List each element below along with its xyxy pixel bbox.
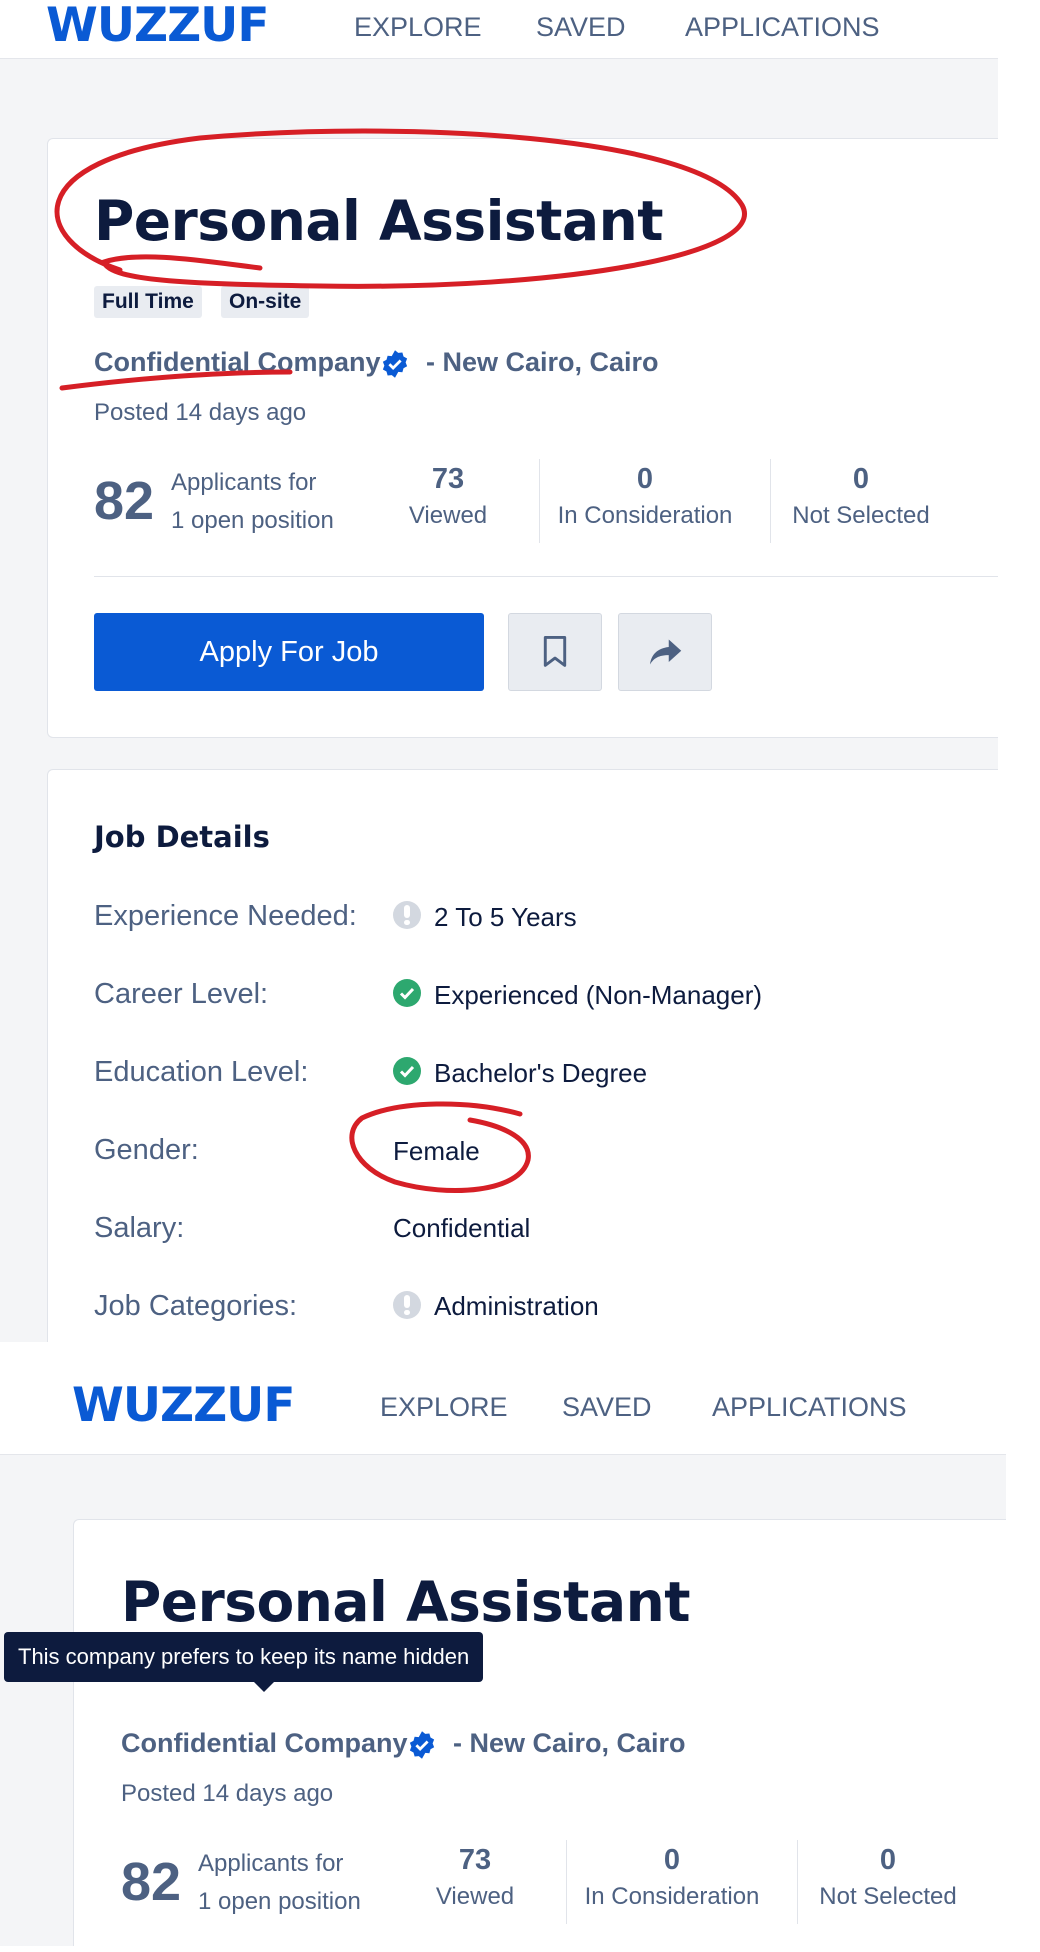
top-navbar: WUZZUF EXPLORE SAVED APPLICATIONS bbox=[0, 0, 998, 59]
check-icon bbox=[393, 979, 421, 1007]
stat-viewed: 73 Viewed bbox=[415, 1844, 535, 1911]
verified-badge-icon bbox=[409, 1731, 435, 1759]
applicants-line-2: 1 open position bbox=[198, 1888, 361, 1915]
tooltip-arrow bbox=[254, 1682, 274, 1692]
nav-explore[interactable]: EXPLORE bbox=[354, 12, 482, 43]
screenshot-top: WUZZUF EXPLORE SAVED APPLICATIONS Person… bbox=[0, 0, 998, 1342]
company-name-link[interactable]: Confidential Company bbox=[121, 1728, 408, 1759]
save-job-button[interactable] bbox=[508, 613, 602, 691]
nav-explore[interactable]: EXPLORE bbox=[380, 1392, 508, 1423]
screenshot-bottom: WUZZUF EXPLORE SAVED APPLICATIONS Person… bbox=[0, 1342, 1006, 1946]
stat-in-consideration-value: 0 bbox=[663, 1844, 681, 1876]
exclamation-icon bbox=[393, 1291, 421, 1319]
applicants-caption: Applicants for 1 open position bbox=[171, 464, 334, 540]
job-header-card: Personal Assistant Full Time On-site Con… bbox=[47, 138, 998, 738]
stat-not-selected-value: 0 bbox=[879, 1844, 897, 1876]
top-navbar: WUZZUF EXPLORE SAVED APPLICATIONS bbox=[0, 1342, 1006, 1455]
stat-divider bbox=[797, 1840, 798, 1924]
education-level-label: Education Level: bbox=[94, 1056, 309, 1088]
posted-date: Posted 14 days ago bbox=[94, 399, 307, 426]
job-details-card: Job Details Experience Needed: 2 To 5 Ye… bbox=[47, 769, 998, 1342]
applicants-caption: Applicants for 1 open position bbox=[198, 1845, 361, 1921]
salary-value: Confidential bbox=[393, 1213, 531, 1243]
applicants-line-1: Applicants for bbox=[171, 469, 317, 496]
stat-not-selected-value: 0 bbox=[852, 463, 870, 495]
section-divider bbox=[94, 576, 998, 577]
applicants-count: 82 bbox=[94, 471, 155, 531]
stat-not-selected: 0 Not Selected bbox=[781, 463, 941, 530]
stat-in-consideration-label: In Consideration bbox=[557, 502, 733, 529]
company-name-link[interactable]: Confidential Company bbox=[94, 347, 381, 378]
gender-value: Female bbox=[393, 1136, 480, 1166]
stat-not-selected: 0 Not Selected bbox=[808, 1844, 968, 1911]
wuzzuf-logo[interactable]: WUZZUF bbox=[46, 0, 269, 53]
gender-label: Gender: bbox=[94, 1134, 199, 1166]
applicants-count: 82 bbox=[121, 1852, 182, 1912]
nav-saved[interactable]: SAVED bbox=[562, 1392, 652, 1423]
stat-divider bbox=[566, 1840, 567, 1924]
nav-applications[interactable]: APPLICATIONS bbox=[685, 12, 880, 43]
career-level-value: Experienced (Non-Manager) bbox=[434, 980, 763, 1010]
experience-label: Experience Needed: bbox=[94, 900, 357, 932]
experience-value: 2 To 5 Years bbox=[434, 902, 577, 932]
posted-date: Posted 14 days ago bbox=[121, 1780, 334, 1807]
stat-in-consideration-value: 0 bbox=[636, 463, 654, 495]
wuzzuf-logo[interactable]: WUZZUF bbox=[72, 1378, 295, 1433]
tooltip-text: This company prefers to keep its name hi… bbox=[18, 1644, 470, 1669]
stat-viewed: 73 Viewed bbox=[388, 463, 508, 530]
stat-in-consideration: 0 In Consideration bbox=[551, 463, 739, 530]
salary-label: Salary: bbox=[94, 1212, 185, 1244]
job-location: - New Cairo, Cairo bbox=[426, 347, 659, 377]
tag-full-time[interactable]: Full Time bbox=[94, 286, 202, 318]
company-hidden-tooltip: This company prefers to keep its name hi… bbox=[4, 1632, 484, 1692]
job-title: Personal Assistant bbox=[121, 1570, 691, 1634]
job-details-title: Job Details bbox=[94, 820, 270, 854]
job-categories-label: Job Categories: bbox=[94, 1290, 298, 1322]
verified-badge-icon bbox=[382, 350, 408, 378]
job-header-card: Personal Assistant Confidential Company … bbox=[73, 1519, 1006, 1946]
education-level-value: Bachelor's Degree bbox=[434, 1058, 648, 1088]
stat-viewed-label: Viewed bbox=[435, 1883, 515, 1910]
nav-applications[interactable]: APPLICATIONS bbox=[712, 1392, 907, 1423]
share-job-button[interactable] bbox=[618, 613, 712, 691]
job-title: Personal Assistant bbox=[94, 189, 664, 253]
check-icon bbox=[393, 1057, 421, 1085]
tag-on-site[interactable]: On-site bbox=[221, 286, 310, 318]
career-level-label: Career Level: bbox=[94, 978, 269, 1010]
apply-button[interactable]: Apply For Job bbox=[94, 613, 484, 691]
exclamation-icon bbox=[393, 901, 421, 929]
stat-not-selected-label: Not Selected bbox=[792, 502, 930, 529]
share-icon bbox=[650, 639, 682, 665]
applicants-line-2: 1 open position bbox=[171, 507, 334, 534]
stat-not-selected-label: Not Selected bbox=[819, 1883, 957, 1910]
job-location: - New Cairo, Cairo bbox=[453, 1728, 686, 1758]
job-categories-value[interactable]: Administration bbox=[434, 1291, 599, 1322]
stat-viewed-value: 73 bbox=[458, 1844, 492, 1876]
stat-divider bbox=[539, 459, 540, 543]
stat-viewed-value: 73 bbox=[431, 463, 465, 495]
stat-viewed-label: Viewed bbox=[408, 502, 488, 529]
bookmark-icon bbox=[543, 635, 567, 667]
applicants-line-1: Applicants for bbox=[198, 1850, 344, 1877]
stat-in-consideration: 0 In Consideration bbox=[578, 1844, 766, 1911]
stat-in-consideration-label: In Consideration bbox=[584, 1883, 760, 1910]
nav-saved[interactable]: SAVED bbox=[536, 12, 626, 43]
stat-divider bbox=[770, 459, 771, 543]
